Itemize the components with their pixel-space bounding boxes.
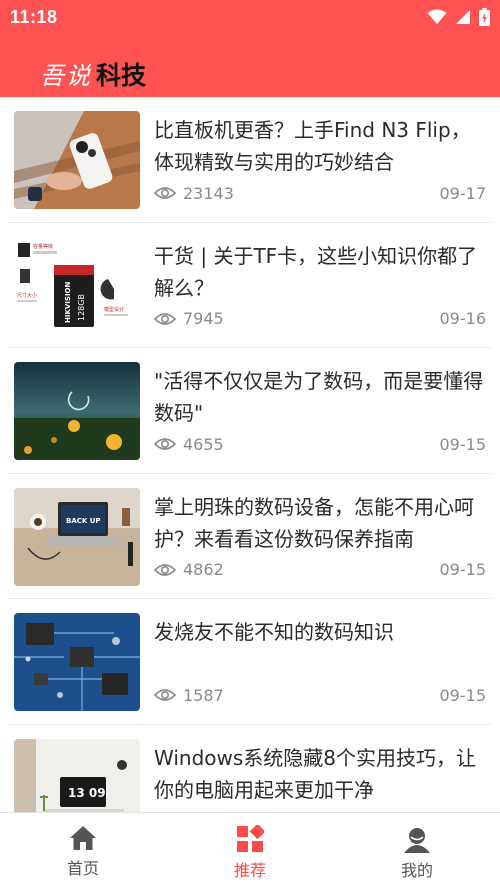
status-icons [427,8,490,26]
eye-icon [154,438,176,450]
night-field-image [14,362,140,460]
tab-home[interactable]: 首页 [33,825,133,879]
wifi-icon [427,9,447,24]
article-meta: 1587 09-15 [154,684,486,706]
article-item[interactable]: 发烧友不能不知的数码知识 1587 09-15 [9,599,491,725]
eye-icon [154,187,176,199]
status-bar: 11:18 [0,0,500,36]
article-title[interactable]: Windows系统隐藏8个实用技巧，让你的电脑用起来更加干净 [154,742,486,806]
eye-icon [154,312,176,325]
bottom-tab-bar: 首页 推荐 我的 [0,812,500,890]
clock-display-text: 13 09 [68,786,106,800]
tf-card-image: 容量等级 尺寸大小 HIKVISION 128GB 模型设计 [14,236,140,335]
grid-icon [237,825,264,852]
publish-date: 09-15 [439,434,487,454]
app-logo: 吾说 科技 [40,56,146,92]
view-count: 4862 [183,560,224,579]
publish-date: 09-16 [439,309,487,328]
eye-icon [154,563,176,576]
article-meta: 23143 09-17 [154,182,486,204]
article-title[interactable]: 比直板机更香？上手Find N3 Flip，体现精致与实用的巧妙结合 [154,114,486,178]
circuit-board-image [14,613,140,711]
article-thumbnail[interactable] [14,111,140,209]
tf-label-size: 尺寸大小 [17,292,37,299]
article-thumbnail[interactable] [14,613,140,711]
tf-label-design: 模型设计 [104,306,124,313]
view-count: 4655 [183,434,224,454]
article-item[interactable]: 比直板机更香？上手Find N3 Flip，体现精致与实用的巧妙结合 23143… [9,97,491,223]
article-item[interactable]: 13 09 Windows系统隐藏8个实用技巧，让你的电脑用起来更加干净 [9,725,491,812]
tf-brand-text: HIKVISION [64,281,72,323]
article-title[interactable]: 发烧友不能不知的数码知识 [154,616,486,680]
article-thumbnail[interactable]: 13 09 [14,738,140,812]
article-item[interactable]: "活得不仅仅是为了数码，而是要懂得数码" 4655 09-15 [9,348,491,474]
app-header: 11:18 吾说 科技 [0,0,500,97]
article-title[interactable]: 掌上明珠的数码设备，怎能不用心呵护？来看看这份数码保养指南 [154,491,486,555]
article-meta: 7945 09-16 [154,308,486,330]
home-icon [70,826,96,850]
battery-charging-icon [479,8,490,26]
article-meta: 4655 09-15 [154,433,486,455]
publish-date: 09-15 [439,685,487,705]
laptop-desk-image: BACK UP [14,487,140,586]
tf-label-top: 容量等级 [33,243,53,250]
logo-script-text: 吾说 [40,62,92,90]
laptop-screen-text: BACK UP [66,517,101,525]
cellular-signal-icon [456,10,470,24]
tab-home-label: 首页 [66,859,99,878]
logo-bold-text: 科技 [96,61,147,90]
publish-date: 09-17 [439,183,487,203]
article-item[interactable]: BACK UP 掌上明珠的数码设备，怎能不用心呵护？来看看这份数码保养指南 48… [9,474,491,599]
user-profile-icon [404,828,430,853]
eye-icon [154,689,176,701]
article-title[interactable]: "活得不仅仅是为了数码，而是要懂得数码" [154,365,486,429]
article-title[interactable]: 干货 | 关于TF卡，这些小知识你都了解么？ [154,240,486,304]
status-time: 11:18 [10,7,58,27]
view-count: 23143 [183,183,234,203]
desk-clock-image: 13 09 [14,738,140,812]
article-thumbnail[interactable]: BACK UP [14,487,140,586]
view-count: 7945 [183,309,224,328]
tab-profile[interactable]: 我的 [367,825,467,881]
article-thumbnail[interactable] [14,362,140,460]
article-item[interactable]: 容量等级 尺寸大小 HIKVISION 128GB 模型设计 干货 | 关于TF… [9,223,491,348]
tab-recommend[interactable]: 推荐 [200,825,300,881]
tab-recommend-label: 推荐 [233,861,266,880]
article-meta: 4862 09-15 [154,559,486,581]
publish-date: 09-15 [439,560,487,579]
tf-capacity-text: 128GB [77,294,86,321]
article-thumbnail[interactable]: 容量等级 尺寸大小 HIKVISION 128GB 模型设计 [14,236,140,335]
article-feed[interactable]: 比直板机更香？上手Find N3 Flip，体现精致与实用的巧妙结合 23143… [0,97,500,812]
tab-profile-label: 我的 [400,861,433,880]
phone-in-hand-image [14,111,140,209]
view-count: 1587 [183,685,224,705]
